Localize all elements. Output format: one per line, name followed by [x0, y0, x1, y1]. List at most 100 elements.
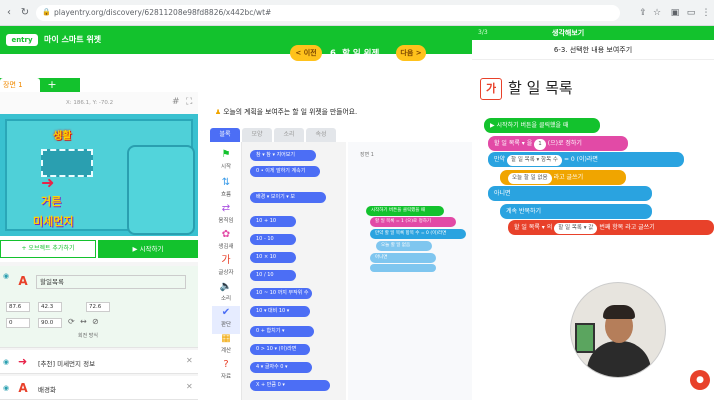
object-row[interactable]: ◉ A 배경화 ✕: [0, 376, 198, 400]
help-subtitle: 6-3. 선택한 내용 보여주기: [472, 40, 714, 60]
text-badge-icon: 가: [480, 78, 502, 100]
palette-block[interactable]: 10 × 10: [250, 252, 296, 263]
workspace-block-set[interactable]: 할 일 목록 = 1 (으)로 정하기: [370, 217, 456, 227]
size-field[interactable]: 72.6: [86, 302, 110, 312]
reload-icon[interactable]: ↻: [18, 6, 32, 20]
palette-block[interactable]: 배경 ▾ 보이기 ▾ 보: [250, 192, 326, 203]
extensions-icon[interactable]: ▣: [668, 6, 682, 20]
category-start[interactable]: ⚑ 시작: [212, 148, 240, 176]
tab-properties[interactable]: 속성: [306, 128, 336, 142]
workspace-block-else[interactable]: 아니면: [370, 253, 436, 263]
palette-tabs: 블록 모양 소리 속성: [210, 128, 338, 142]
add-scene-button[interactable]: +: [46, 79, 58, 91]
category-text[interactable]: 가 글상자: [212, 254, 240, 282]
flip-icon[interactable]: ↔: [80, 317, 87, 326]
object-name: [추천] 미세먼지 정보: [38, 360, 96, 368]
text-icon: 가: [221, 255, 231, 266]
prev-button[interactable]: < 이전: [290, 45, 322, 61]
workspace-block-start[interactable]: 시작하기 버튼을 클릭했을 때: [366, 206, 444, 216]
palette-block[interactable]: 0 + 합치기 ▾: [250, 326, 314, 337]
workspace-block-say[interactable]: 오늘 할 일 없음: [376, 241, 432, 251]
stage-frame: 생활 ➜ 거른 미세먼지: [5, 119, 195, 235]
back-icon[interactable]: ‹: [2, 6, 16, 20]
block-category-list: ⚑ 시작 ⇅ 흐름 ⇄ 움직임 ✿ 생김새 가 글상자 🔈 소리 ✔ 판단 ▦ 계산 ? 자료: [210, 142, 242, 400]
help-block-if: 만약 할 일 목록 ▾ 항목 수 = 0 (이)라면: [488, 152, 684, 167]
help-block-start: ▶ 시작하기 버튼을 클릭했을 때: [484, 118, 600, 133]
category-sound[interactable]: 🔈 소리: [212, 280, 240, 308]
grid-icon[interactable]: #: [172, 97, 180, 107]
looks-icon: ✿: [221, 229, 231, 240]
run-button[interactable]: ▶ 시작하기: [98, 240, 198, 258]
palette-block[interactable]: 10 ▾ 대비 10 ▾: [250, 306, 310, 317]
help-block-set: 할 일 목록 ▾ 을 1 (으)로 정하기: [488, 136, 628, 151]
palette-block[interactable]: 0 • 이게 말하기 계속기: [250, 166, 320, 177]
browser-toolbar: ‹ ↻ 🔒 playentry.org/discovery/62811208e9…: [0, 0, 714, 26]
workspace-block-if[interactable]: 만약 할 일 목록 항목 수 = 0 (이)라면: [370, 229, 466, 239]
object-name: 배경화: [38, 386, 56, 394]
presenter-hair: [603, 305, 635, 319]
scene-tab[interactable]: 장면 1: [0, 78, 40, 92]
arrow-icon: ➜: [41, 173, 55, 192]
add-object-button[interactable]: + 오브젝트 추가하기: [0, 240, 96, 258]
tab-shapes[interactable]: 모양: [242, 128, 272, 142]
y-field[interactable]: 42.3: [38, 302, 62, 312]
direction-field[interactable]: 90.0: [38, 318, 62, 328]
stage-canvas[interactable]: 생활 ➜ 거른 미세먼지: [0, 114, 198, 236]
visibility-icon[interactable]: ◉: [3, 358, 9, 366]
text-object-icon: A: [18, 274, 28, 288]
floating-help-icon[interactable]: ●: [690, 370, 710, 390]
help-title: 생각해보기: [552, 29, 585, 37]
category-judge[interactable]: ✔ 판단: [212, 306, 240, 334]
coordinate-readout: X: 186.1, Y: -70.2: [66, 100, 114, 106]
palette-block[interactable]: 10 - 10: [250, 234, 296, 245]
palette-block[interactable]: 10 ~ 10 까지 무작위 수: [250, 288, 312, 299]
rotation-field[interactable]: 0: [6, 318, 30, 328]
stage-big-text-1: 거른: [41, 195, 62, 208]
help-block-loop: 계속 반복하기: [500, 204, 652, 219]
window-icon[interactable]: ▭: [684, 6, 698, 20]
object-row[interactable]: ◉ ➜ [추천] 미세먼지 정보 ✕: [0, 350, 198, 374]
palette-block[interactable]: 10 + 10: [250, 216, 296, 227]
palette-block[interactable]: 0 > 10 ▾ (이)라면: [250, 344, 310, 355]
object-row-selected[interactable]: ◉ A 할일목록 87.6 42.3 72.6 0 90.0 ⟳ ↔ ⊘ 회전 …: [0, 266, 198, 348]
visibility-icon[interactable]: ◉: [3, 272, 9, 280]
fullscreen-icon[interactable]: ⛶: [186, 97, 192, 107]
entry-logo[interactable]: entry: [6, 34, 38, 46]
category-flow[interactable]: ⇅ 흐름: [212, 176, 240, 204]
next-button[interactable]: 다음 >: [396, 45, 426, 61]
background-monitor: [575, 323, 595, 353]
palette-block[interactable]: 참 ▾ 참 ▾ 지어보기: [250, 150, 316, 161]
menu-icon[interactable]: ⋮: [699, 6, 713, 20]
arrow-object-icon: ➜: [18, 355, 28, 368]
data-icon: ?: [223, 359, 229, 370]
x-field[interactable]: 87.6: [6, 302, 30, 312]
delete-icon[interactable]: ✕: [186, 382, 193, 391]
palette-block[interactable]: 4 ▾ 글자수 0 ▾: [250, 362, 312, 373]
move-icon: ⇄: [221, 203, 231, 214]
category-move[interactable]: ⇄ 움직임: [212, 202, 240, 230]
tab-sounds[interactable]: 소리: [274, 128, 304, 142]
category-calc[interactable]: ▦ 계산: [212, 332, 240, 360]
stage-big-text-2: 미세먼지: [33, 215, 74, 228]
star-icon[interactable]: ☆: [650, 6, 664, 20]
text-object-icon: A: [18, 381, 28, 395]
calc-icon: ▦: [221, 333, 231, 344]
category-data[interactable]: ? 자료: [212, 358, 240, 386]
flag-icon: ⚑: [221, 149, 231, 160]
category-looks[interactable]: ✿ 생김새: [212, 228, 240, 256]
delete-icon[interactable]: ✕: [186, 356, 193, 365]
object-name-input[interactable]: 할일목록: [36, 275, 186, 289]
visibility-icon[interactable]: ◉: [3, 384, 9, 392]
judge-icon: ✔: [221, 307, 231, 318]
instruction-text: ♟ 오늘의 계획을 보여주는 할 일 위젯을 만들어요.: [215, 106, 357, 116]
rotate-mode-icon[interactable]: ⟳: [68, 317, 75, 326]
palette-block[interactable]: 10 / 10: [250, 270, 296, 281]
tab-blocks[interactable]: 블록: [210, 128, 240, 142]
help-page-counter: 3/3: [478, 29, 488, 36]
flow-icon: ⇅: [221, 177, 231, 188]
share-icon[interactable]: ⇪: [636, 6, 650, 20]
help-block-say: 오늘 할 일 없음 라고 글쓰기: [500, 170, 626, 185]
address-bar[interactable]: 🔒 playentry.org/discovery/62811208e98fd8…: [36, 5, 620, 21]
lock-rotate-icon[interactable]: ⊘: [92, 317, 99, 326]
palette-block[interactable]: X + 만큼 0 ▾: [250, 380, 330, 391]
